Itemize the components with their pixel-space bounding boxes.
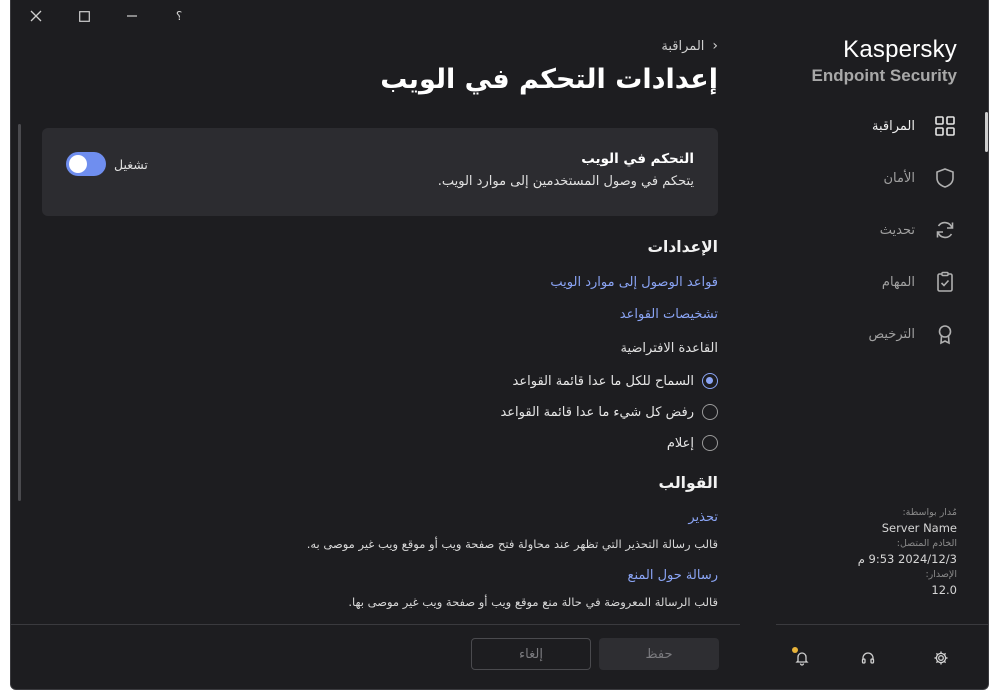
version-label: الإصدار:	[925, 569, 957, 580]
brand-name: Kaspersky	[843, 36, 957, 63]
headset-icon	[861, 652, 875, 664]
radio-label: السماح للكل ما عدا قائمة القواعد	[512, 373, 694, 389]
page-title: إعدادات التحكم في الويب	[380, 64, 718, 95]
managed-by-label: مُدار بواسطة:	[902, 507, 957, 518]
radio-button[interactable]	[702, 404, 718, 420]
sidebar-item-label: الترخيص	[868, 326, 915, 342]
toggle-label: تشغيل	[114, 156, 148, 172]
templates-heading: القوالب	[658, 474, 718, 492]
cancel-button[interactable]: إلغاء	[471, 638, 591, 670]
chevron-left-icon: ‹	[712, 38, 718, 54]
refresh-icon	[933, 218, 957, 242]
warning-template-description: قالب رسالة التحذير التي تظهر عند محاولة …	[306, 537, 718, 551]
toggle-knob	[69, 155, 87, 173]
radio-label: رفض كل شيء ما عدا قائمة القواعد	[500, 404, 694, 420]
radio-allow-all[interactable]: السماح للكل ما عدا قائمة القواعد	[513, 373, 718, 389]
sidebar-item-label: المهام	[881, 274, 915, 290]
save-button[interactable]: حفظ	[599, 638, 719, 670]
sidebar-nav: المراقبة الأمان تحديث المهام الترخيص	[776, 100, 988, 360]
warning-template-link[interactable]: تحذير	[688, 510, 718, 525]
block-message-link[interactable]: رسالة حول المنع	[628, 568, 718, 583]
sidebar-footer	[776, 624, 988, 689]
gear-icon	[934, 651, 948, 665]
brand-logo: Kaspersky Endpoint Security	[812, 36, 957, 87]
tasks-icon	[933, 270, 957, 294]
action-bar: حفظ إلغاء	[11, 624, 740, 689]
sidebar-item-update[interactable]: تحديث	[776, 204, 988, 256]
connected-server-value: 2024/12/3 9:53 م	[857, 552, 957, 566]
breadcrumb-link[interactable]: المراقبة	[661, 39, 704, 54]
radio-button[interactable]	[702, 435, 718, 451]
scrollbar[interactable]	[18, 124, 21, 501]
sidebar-item-security[interactable]: الأمان	[776, 152, 988, 204]
sidebar-item-license[interactable]: الترخيص	[776, 308, 988, 360]
block-message-description: قالب الرسالة المعروضة في حالة منع موقع و…	[348, 595, 718, 609]
sidebar-item-tasks[interactable]: المهام	[776, 256, 988, 308]
web-control-card: التحكم في الويب يتحكم في وصول المستخدمين…	[42, 128, 718, 216]
connected-server-label: الخادم المتصل:	[896, 538, 957, 549]
server-info: مُدار بواسطة: Server Name الخادم المتصل:…	[858, 506, 957, 599]
web-control-toggle[interactable]	[66, 152, 106, 176]
default-rule-label: القاعدة الافتراضية	[620, 341, 718, 356]
web-control-toggle-group[interactable]: تشغيل	[66, 152, 148, 176]
main-panel: ‹ المراقبة إعدادات التحكم في الويب التحك…	[11, 0, 778, 689]
dashboard-icon	[933, 114, 957, 138]
radio-notify[interactable]: إعلام	[667, 435, 718, 451]
settings-heading: الإعدادات	[647, 238, 718, 256]
sidebar-item-label: الأمان	[883, 170, 916, 186]
sidebar-item-monitoring[interactable]: المراقبة	[776, 100, 988, 152]
license-icon	[933, 322, 957, 346]
rule-diagnostics-link[interactable]: تشخيصات القواعد	[620, 307, 718, 322]
card-description: يتحكم في وصول المستخدمين إلى موارد الويب…	[437, 174, 694, 189]
sidebar-item-label: المراقبة	[872, 118, 915, 134]
app-window: ؟ ‹ المراقبة إعدادات التحكم في الويب الت…	[10, 0, 989, 690]
product-name: Endpoint Security	[811, 66, 957, 85]
shield-icon	[933, 166, 957, 190]
settings-button[interactable]	[932, 649, 950, 667]
support-button[interactable]	[859, 649, 877, 667]
notifications-button[interactable]	[792, 647, 811, 667]
radio-deny-all[interactable]: رفض كل شيء ما عدا قائمة القواعد	[500, 404, 718, 420]
active-indicator	[985, 112, 988, 152]
notification-dot	[792, 647, 798, 653]
access-rules-link[interactable]: قواعد الوصول إلى موارد الويب	[550, 275, 718, 290]
sidebar: Kaspersky Endpoint Security المراقبة الأ…	[776, 0, 988, 689]
managed-by-value: Server Name	[881, 521, 957, 535]
sidebar-item-label: تحديث	[879, 222, 915, 238]
breadcrumb[interactable]: ‹ المراقبة	[661, 38, 718, 54]
card-title: التحكم في الويب	[581, 151, 694, 167]
version-value: 12.0	[931, 583, 957, 597]
radio-label: إعلام	[666, 435, 694, 451]
radio-button-checked[interactable]	[702, 373, 718, 389]
